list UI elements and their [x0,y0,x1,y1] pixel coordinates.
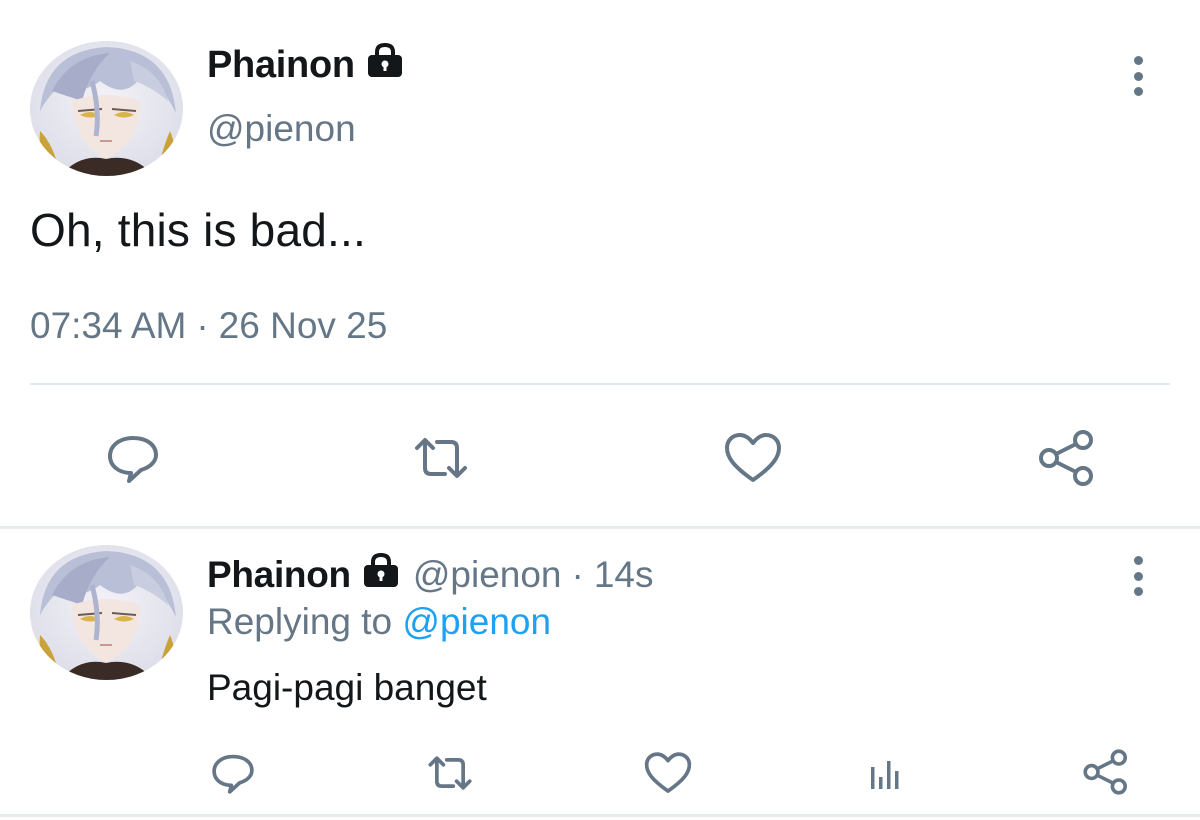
main-display-name-text: Phainon [207,43,355,86]
reply-icon [108,436,158,483]
more-vertical-icon [1131,556,1145,596]
more-vertical-icon [1131,56,1145,96]
more-options-button[interactable] [1124,54,1152,98]
lock-icon [361,552,401,597]
share-icon [1083,749,1127,795]
like-icon [725,433,781,482]
reply-meta: @pienon · 14s [413,554,654,596]
share-icon [1039,430,1093,486]
replying-to-mention[interactable]: @pienon [402,601,551,642]
share-button[interactable] [1034,425,1100,491]
reply-display-name[interactable]: Phainon [207,554,351,596]
divider [30,383,1170,385]
reply-like-button[interactable] [642,748,694,798]
main-avatar[interactable] [30,41,183,176]
reply-icon [212,754,254,794]
replying-to-label: Replying to [207,601,393,642]
main-handle[interactable]: @pienon [207,108,356,150]
retweet-icon [428,756,472,790]
main-display-name[interactable]: Phainon [207,42,405,88]
avatar-portrait-icon [30,41,183,176]
like-icon [644,752,692,793]
reply-retweet-button[interactable] [424,748,476,798]
tweet-timestamp[interactable]: 07:34 AM · 26 Nov 25 [30,305,387,347]
reply-button[interactable] [100,425,166,491]
reply-analytics-button[interactable] [860,748,910,798]
retweet-button[interactable] [408,425,474,491]
reply-avatar[interactable] [30,545,183,680]
lock-icon [365,42,405,88]
tweet-time: 07:34 AM [30,305,187,346]
reply-share-button[interactable] [1080,746,1132,798]
retweet-icon [415,438,467,478]
reply-handle[interactable]: @pienon [413,554,562,596]
tweet-date: 26 Nov 25 [218,305,388,346]
replying-to: Replying to @pienon [207,601,551,643]
bottom-divider [0,814,1200,817]
reply-reply-button[interactable] [208,748,258,798]
reply-separator: · [571,553,584,595]
avatar-portrait-icon [30,545,183,680]
timestamp-separator: · [196,305,209,346]
analytics-icon [871,761,899,789]
reply-header: Phainon @pienon · 14s [207,552,654,597]
reply-text: Pagi-pagi banget [207,667,487,708]
like-button[interactable] [720,425,786,491]
section-divider [0,526,1200,529]
reply-more-options-button[interactable] [1124,554,1152,598]
tweet-text: Oh, this is bad... [30,204,366,256]
reply-age[interactable]: 14s [594,554,654,596]
